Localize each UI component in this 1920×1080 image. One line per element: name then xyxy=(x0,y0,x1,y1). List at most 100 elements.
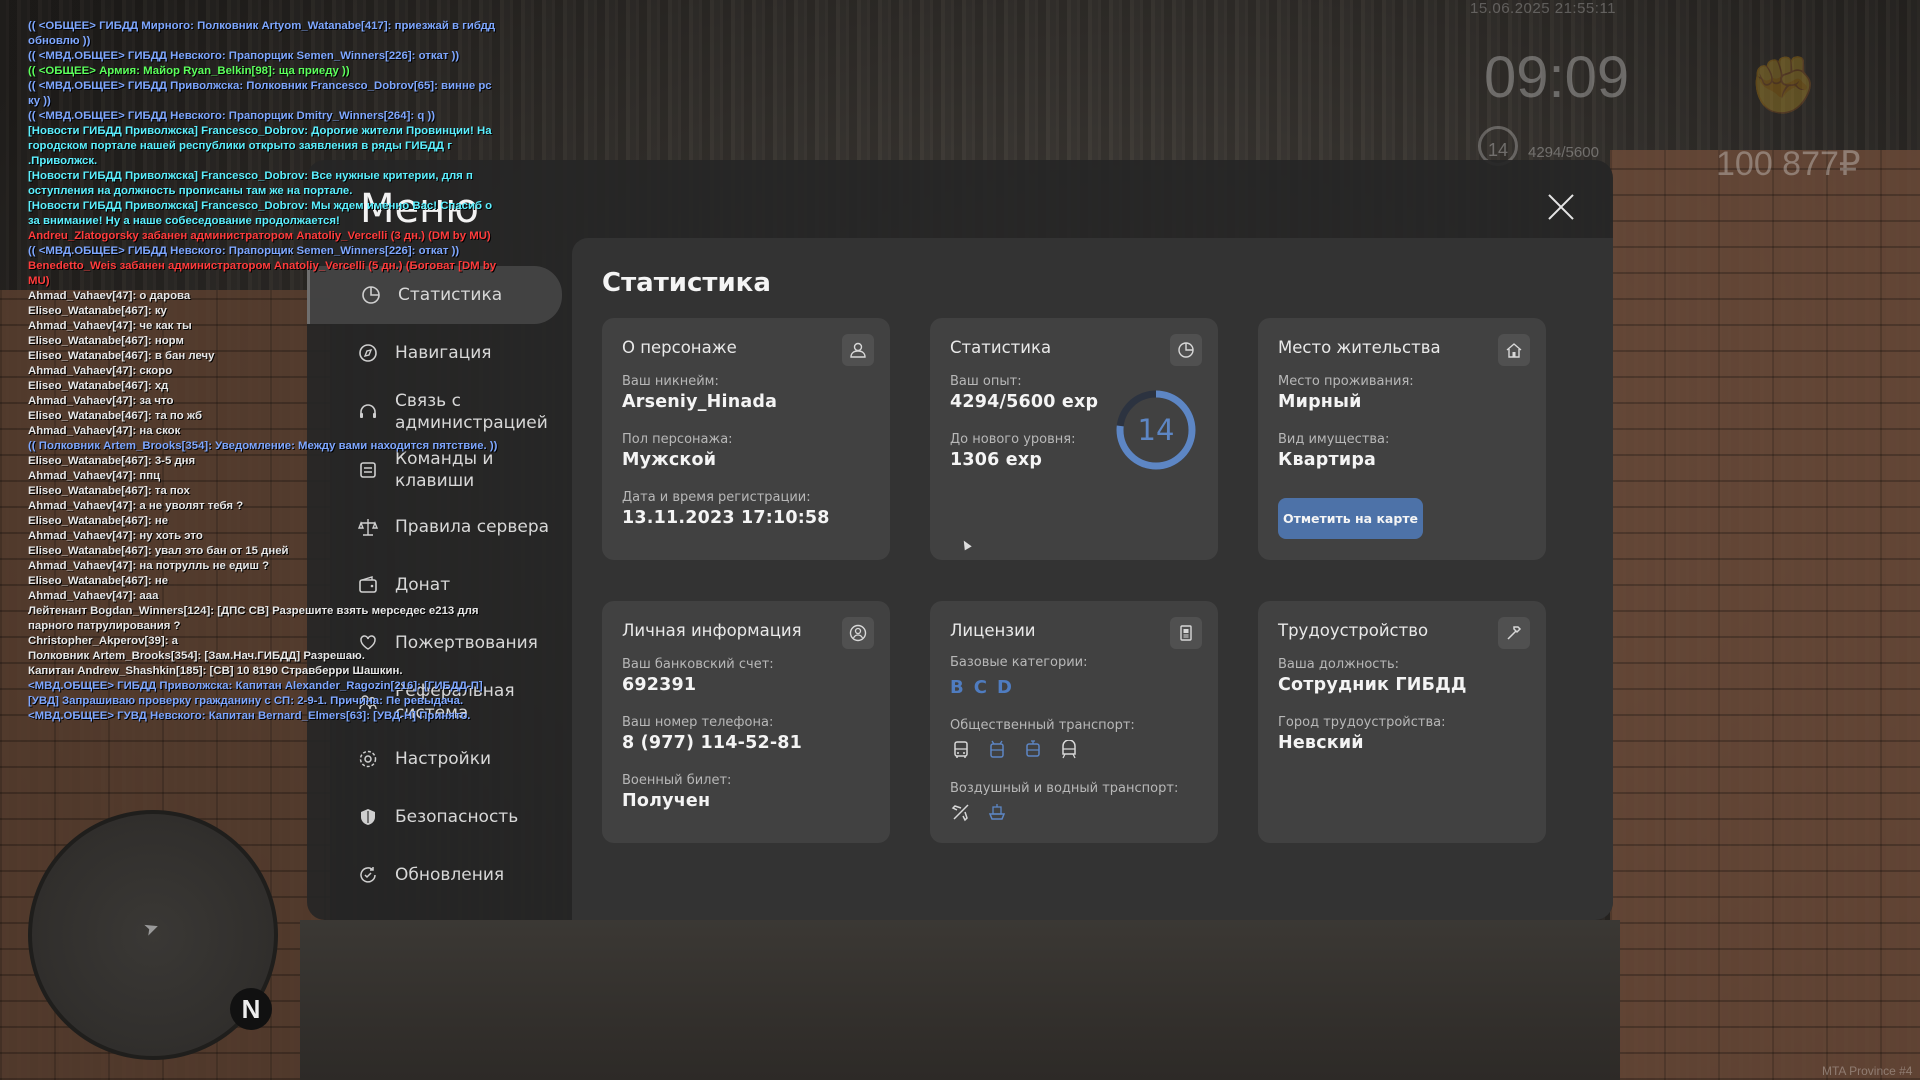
card-residence: Место жительства Место проживания: Мирны… xyxy=(1258,318,1546,560)
chat-line: Eliseo_Watanabe[467]: 3-5 дня xyxy=(28,455,196,467)
refresh-check-icon xyxy=(357,864,379,886)
place-value: Мирный xyxy=(1278,392,1362,412)
chat-line: Ahmad_Vahaev[47]: ну хоть это xyxy=(28,530,203,542)
chat-line: Ahmad_Vahaev[47]: че как ты xyxy=(28,320,192,332)
home-icon xyxy=(1498,334,1530,366)
server-watermark: MTA Province #4 xyxy=(1822,1064,1913,1078)
place-label: Место проживания: xyxy=(1278,374,1414,389)
license-category: B xyxy=(950,677,964,698)
chat-line: (( <МВД.ОБЩЕЕ> ГИБДД Невского: Прапорщик… xyxy=(28,50,460,62)
card-employment: Трудоустройство Ваша должность: Сотрудни… xyxy=(1258,601,1546,843)
gender-label: Пол персонажа: xyxy=(622,432,733,447)
train-icon xyxy=(1058,739,1080,761)
close-button[interactable] xyxy=(1546,192,1576,222)
base-categories-label: Базовые категории: xyxy=(950,655,1088,670)
card-personal: Личная информация Ваш банковский счет: 6… xyxy=(602,601,890,843)
sidebar-item-security[interactable]: Безопасность xyxy=(307,806,562,828)
bank-value: 692391 xyxy=(622,675,697,695)
chat-line: Benedetto_Weis забанен администратором A… xyxy=(28,260,497,287)
chat-line: Ahmad_Vahaev[47]: ппц xyxy=(28,470,161,482)
air-water-label: Воздушный и водный транспорт: xyxy=(950,781,1179,796)
chat-line: Ahmad_Vahaev[47]: о дарова xyxy=(28,290,191,302)
work-city-value: Невский xyxy=(1278,733,1364,753)
phone-label: Ваш номер телефона: xyxy=(622,715,774,730)
hammer-icon xyxy=(1498,617,1530,649)
card-title: Место жительства xyxy=(1278,338,1441,357)
property-label: Вид имущества: xyxy=(1278,432,1390,447)
level-value: 14 xyxy=(1137,413,1175,447)
shield-icon xyxy=(357,806,379,828)
chat-line: (( <МВД.ОБЩЕЕ> ГИБДД Невского: Прапорщик… xyxy=(28,110,436,122)
chat-line: Eliseo_Watanabe[467]: та пох xyxy=(28,485,190,497)
sidebar-item-updates[interactable]: Обновления xyxy=(307,864,562,886)
north-icon: N xyxy=(230,988,272,1030)
exp-value: 4294/5600 exp xyxy=(950,392,1099,412)
license-categories: B C D xyxy=(950,677,1012,698)
position-value: Сотрудник ГИБДД xyxy=(1278,675,1467,695)
sidebar-item-settings[interactable]: Настройки xyxy=(307,748,562,770)
chat-line: Eliseo_Watanabe[467]: хд xyxy=(28,380,169,392)
exp-label: Ваш опыт: xyxy=(950,374,1022,389)
registration-label: Дата и время регистрации: xyxy=(622,490,811,505)
gender-value: Мужской xyxy=(622,450,717,470)
chat-line: Лейтенант Bogdan_Winners[124]: [ДПС СВ] … xyxy=(28,605,479,632)
chat-line: Eliseo_Watanabe[467]: в бан лечу xyxy=(28,350,215,362)
next-level-label: До нового уровня: xyxy=(950,432,1076,447)
nickname-label: Ваш никнейм: xyxy=(622,374,719,389)
registration-value: 13.11.2023 17:10:58 xyxy=(622,508,830,528)
document-icon xyxy=(1170,617,1202,649)
chat-line: Eliseo_Watanabe[467]: увал это бан от 15… xyxy=(28,545,289,557)
chat-line: (( <МВД.ОБЩЕЕ> ГИБДД Невского: Прапорщик… xyxy=(28,245,460,257)
chat-line: <МВД.ОБЩЕЕ> ГУВД Невского: Капитан Berna… xyxy=(28,710,471,722)
hud-date: 15.06.2025 21:55:11 xyxy=(1470,0,1617,17)
page-title: Статистика xyxy=(602,268,771,298)
card-character: О персонаже Ваш никнейм: Arseniy_Hinada … xyxy=(602,318,890,560)
public-transport-icons xyxy=(950,739,1080,761)
air-water-icons xyxy=(950,801,1008,823)
chat-line: Ahmad_Vahaev[47]: скоро xyxy=(28,365,173,377)
bank-label: Ваш банковский счет: xyxy=(622,657,774,672)
plane-icon xyxy=(950,801,972,823)
next-level-value: 1306 exp xyxy=(950,450,1043,470)
gear-icon xyxy=(357,748,379,770)
hud-level: 14 xyxy=(1488,140,1509,160)
fist-icon: ✊ xyxy=(1748,53,1818,118)
license-category: D xyxy=(996,677,1012,698)
chat-line: Ahmad_Vahaev[47]: на скок xyxy=(28,425,181,437)
public-transport-label: Общественный транспорт: xyxy=(950,718,1135,733)
hud-exp: 4294/5600 xyxy=(1528,144,1599,161)
chat-line: (( <МВД.ОБЩЕЕ> ГИБДД Приволжска: Полковн… xyxy=(28,80,492,107)
sidebar-item-label: Обновления xyxy=(395,865,505,885)
military-value: Получен xyxy=(622,791,711,811)
user-circle-icon xyxy=(842,617,874,649)
bus-icon xyxy=(950,739,972,761)
chat-line: (( <ОБЩЕЕ> Армия: Майор Ryan_Belkin[98]:… xyxy=(28,65,350,77)
card-statistics: Статистика Ваш опыт: 4294/5600 exp До но… xyxy=(930,318,1218,560)
chat-line: Ahmad_Vahaev[47]: а не уволят тебя ? xyxy=(28,500,244,512)
sidebar-item-label: Настройки xyxy=(395,749,492,769)
license-category: C xyxy=(973,677,987,698)
card-title: Лицензии xyxy=(950,621,1036,640)
chart-pie-icon xyxy=(1170,334,1202,366)
boat-icon xyxy=(986,801,1008,823)
mark-on-map-button[interactable]: Отметить на карте xyxy=(1278,498,1423,539)
work-city-label: Город трудоустройства: xyxy=(1278,715,1446,730)
card-title: Личная информация xyxy=(622,621,802,640)
chat-line: [Новости ГИБДД Приволжска] Francesco_Dob… xyxy=(28,200,493,227)
position-label: Ваша должность: xyxy=(1278,657,1400,672)
chat-line: Ahmad_Vahaev[47]: за что xyxy=(28,395,174,407)
ground-area xyxy=(300,920,1620,1080)
chat-log: (( <ОБЩЕЕ> ГИБДД Мирного: Полковник Arty… xyxy=(28,19,498,724)
chat-line: Eliseo_Watanabe[467]: норм xyxy=(28,335,184,347)
chat-line: [Новости ГИБДД Приволжска] Francesco_Dob… xyxy=(28,170,473,197)
chat-line: Полковник Artem_Brooks[354]: [Зам.Нач.ГИ… xyxy=(28,650,365,662)
chat-line: <МВД.ОБЩЕЕ> ГИБДД Приволжска: Капитан Al… xyxy=(28,680,483,707)
chat-line: Christopher_Akperov[39]: а xyxy=(28,635,179,647)
chat-line: Eliseo_Watanabe[467]: ку xyxy=(28,305,167,317)
chat-line: Ahmad_Vahaev[47]: на потрулль не едиш ? xyxy=(28,560,270,572)
trolleybus-icon xyxy=(986,739,1008,761)
hud-clock: 09:09 xyxy=(1484,45,1630,110)
hud-money: 100 877₽ xyxy=(1716,145,1861,183)
chat-line: Eliseo_Watanabe[467]: не xyxy=(28,575,169,587)
brick-wall-right xyxy=(1610,150,1920,1080)
